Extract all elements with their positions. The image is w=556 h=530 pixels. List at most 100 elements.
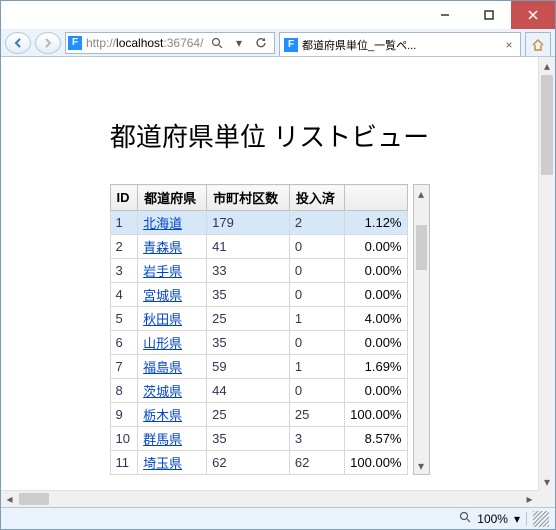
close-button[interactable]	[511, 1, 555, 29]
pref-link[interactable]: 北海道	[143, 216, 182, 231]
cell-pref[interactable]: 福島県	[138, 355, 207, 379]
back-button[interactable]	[5, 32, 31, 54]
cell-pref[interactable]: 秋田県	[138, 307, 207, 331]
column-header[interactable]: ID	[110, 185, 138, 211]
scroll-thumb[interactable]	[19, 493, 49, 505]
cell-id: 10	[110, 427, 138, 451]
pref-link[interactable]: 福島県	[143, 360, 182, 375]
cell-pct: 100.00%	[345, 403, 407, 427]
pref-link[interactable]: 埼玉県	[143, 456, 182, 471]
cell-done: 0	[289, 235, 344, 259]
scroll-corner	[538, 490, 555, 507]
address-bar[interactable]: F http://localhost:36764/ ▾	[65, 32, 275, 54]
pref-link[interactable]: 青森県	[143, 240, 182, 255]
cell-done: 1	[289, 355, 344, 379]
content-area: 都道府県単位 リストビュー ID都道府県市町村区数投入済 1 北海道 179 2 1.1…	[1, 57, 555, 507]
table-row[interactable]: 6山形県3500.00%	[110, 331, 407, 355]
toolbar: F http://localhost:36764/ ▾ F 都道府県単位_一覧ペ…	[1, 29, 555, 57]
cell-done: 0	[289, 283, 344, 307]
column-header[interactable]	[345, 185, 407, 211]
pref-link[interactable]: 岩手県	[143, 264, 182, 279]
page-vscrollbar[interactable]: ▴ ▾	[538, 57, 555, 490]
scroll-left-icon[interactable]: ◂	[1, 491, 18, 507]
scroll-right-icon[interactable]: ▸	[521, 491, 538, 507]
pref-link[interactable]: 秋田県	[143, 312, 182, 327]
cell-pct: 4.00%	[345, 307, 407, 331]
cell-pref[interactable]: 宮城県	[138, 283, 207, 307]
pref-link[interactable]: 栃木県	[143, 408, 182, 423]
table-row[interactable]: 4宮城県3500.00%	[110, 283, 407, 307]
cell-done: 3	[289, 427, 344, 451]
cell-id: 7	[110, 355, 138, 379]
cell-pref[interactable]: 岩手県	[138, 259, 207, 283]
refresh-icon[interactable]	[252, 34, 270, 52]
dropdown-icon[interactable]: ▾	[230, 34, 248, 52]
cell-id: 5	[110, 307, 138, 331]
pref-link[interactable]: 宮城県	[143, 288, 182, 303]
minimize-button[interactable]	[423, 1, 467, 29]
page-title: 都道府県単位 リストビュー	[1, 117, 538, 154]
table-row[interactable]: 8茨城県4400.00%	[110, 379, 407, 403]
browser-window: F http://localhost:36764/ ▾ F 都道府県単位_一覧ペ…	[0, 0, 556, 530]
column-header[interactable]: 市町村区数	[207, 185, 290, 211]
pref-link[interactable]: 山形県	[143, 336, 182, 351]
cell-pct: 0.00%	[345, 259, 407, 283]
search-icon[interactable]	[208, 34, 226, 52]
table-row[interactable]: 7福島県5911.69%	[110, 355, 407, 379]
zoom-icon[interactable]	[459, 511, 471, 526]
cell-count: 35	[207, 283, 290, 307]
cell-done: 0	[289, 259, 344, 283]
table-row[interactable]: 1北海道17921.12%	[110, 211, 407, 235]
table-row[interactable]: 9栃木県2525100.00%	[110, 403, 407, 427]
pref-link[interactable]: 群馬県	[143, 432, 182, 447]
table-row[interactable]: 11埼玉県6262100.00%	[110, 451, 407, 475]
cell-pref[interactable]: 山形県	[138, 331, 207, 355]
table-row[interactable]: 10群馬県3538.57%	[110, 427, 407, 451]
forward-button[interactable]	[35, 32, 61, 54]
cell-id: 3	[110, 259, 138, 283]
cell-count: 35	[207, 331, 290, 355]
separator	[526, 512, 527, 526]
table-row[interactable]: 3岩手県3300.00%	[110, 259, 407, 283]
cell-pct: 1.12%	[345, 211, 407, 235]
column-header[interactable]: 都道府県	[138, 185, 207, 211]
cell-count: 62	[207, 451, 290, 475]
data-grid: ID都道府県市町村区数投入済 1北海道17921.12%2青森県4100.00%…	[110, 184, 408, 475]
scroll-down-icon[interactable]: ▾	[539, 473, 555, 490]
scroll-up-icon[interactable]: ▴	[414, 185, 429, 202]
cell-pct: 100.00%	[345, 451, 407, 475]
zoom-dropdown-icon[interactable]: ▾	[514, 512, 520, 526]
page-hscrollbar[interactable]: ◂ ▸	[1, 490, 538, 507]
table-row[interactable]: 5秋田県2514.00%	[110, 307, 407, 331]
cell-done: 62	[289, 451, 344, 475]
cell-count: 35	[207, 427, 290, 451]
scroll-thumb[interactable]	[416, 225, 427, 270]
browser-tab[interactable]: F 都道府県単位_一覧ペ... ×	[279, 32, 521, 56]
cell-pct: 0.00%	[345, 331, 407, 355]
home-button[interactable]	[525, 32, 551, 56]
tab-close-icon[interactable]: ×	[502, 38, 516, 52]
scroll-up-icon[interactable]: ▴	[539, 57, 555, 74]
column-header[interactable]: 投入済	[289, 185, 344, 211]
cell-pct: 1.69%	[345, 355, 407, 379]
scroll-thumb[interactable]	[541, 75, 553, 175]
cell-id: 2	[110, 235, 138, 259]
cell-pref[interactable]: 北海道	[138, 211, 207, 235]
cell-pref[interactable]: 群馬県	[138, 427, 207, 451]
cell-pref[interactable]: 埼玉県	[138, 451, 207, 475]
maximize-button[interactable]	[467, 1, 511, 29]
cell-id: 4	[110, 283, 138, 307]
pref-link[interactable]: 茨城県	[143, 384, 182, 399]
statusbar: 100% ▾	[1, 507, 555, 529]
cell-id: 8	[110, 379, 138, 403]
cell-pref[interactable]: 青森県	[138, 235, 207, 259]
grid-scrollbar[interactable]: ▴ ▾	[413, 184, 430, 475]
cell-pref[interactable]: 栃木県	[138, 403, 207, 427]
scroll-down-icon[interactable]: ▾	[414, 457, 429, 474]
resize-grip[interactable]	[533, 511, 549, 527]
cell-pref[interactable]: 茨城県	[138, 379, 207, 403]
cell-count: 179	[207, 211, 290, 235]
cell-count: 25	[207, 307, 290, 331]
table-row[interactable]: 2青森県4100.00%	[110, 235, 407, 259]
cell-done: 0	[289, 379, 344, 403]
